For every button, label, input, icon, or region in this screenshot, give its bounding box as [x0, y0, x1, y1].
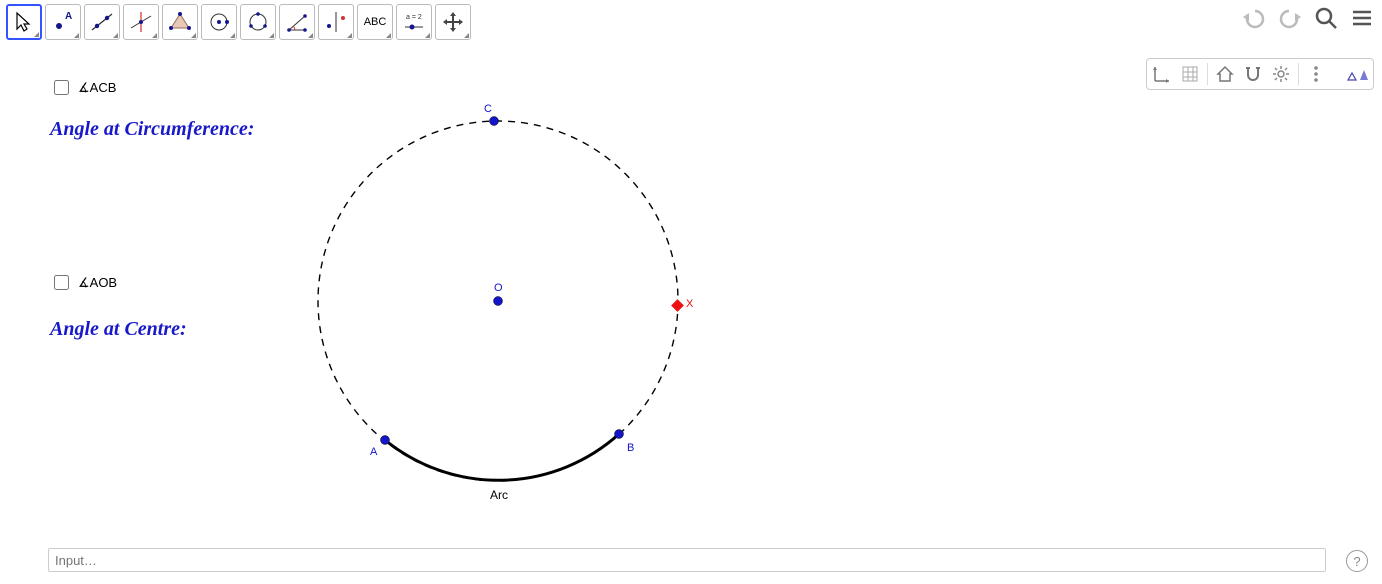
label-x: X: [686, 298, 693, 310]
point-tool[interactable]: A: [45, 4, 81, 40]
label-a: A: [370, 446, 377, 458]
help-icon[interactable]: ?: [1346, 550, 1368, 572]
search-icon[interactable]: [1312, 4, 1340, 32]
point-x[interactable]: [671, 299, 684, 312]
circle-3pt-tool[interactable]: [240, 4, 276, 40]
perpendicular-tool[interactable]: [123, 4, 159, 40]
svg-text:a = 2: a = 2: [406, 14, 422, 21]
angle-tool[interactable]: [279, 4, 315, 40]
undo-icon[interactable]: [1240, 4, 1268, 32]
reflect-tool[interactable]: [318, 4, 354, 40]
label-b: B: [627, 442, 634, 454]
redo-icon[interactable]: [1276, 4, 1304, 32]
move-view-tool[interactable]: [435, 4, 471, 40]
slider-tool[interactable]: a = 2: [396, 4, 432, 40]
polygon-tool[interactable]: [162, 4, 198, 40]
move-tool[interactable]: [6, 4, 42, 40]
svg-text:A: A: [65, 11, 72, 22]
input-bar[interactable]: [48, 548, 1326, 572]
arc-ab[interactable]: [385, 434, 619, 480]
point-b[interactable]: [615, 430, 624, 439]
menu-icon[interactable]: [1348, 4, 1376, 32]
main-toolbar: A ABC: [6, 4, 1376, 46]
geometry-svg: [0, 50, 1382, 540]
tool-buttons: A ABC: [6, 4, 471, 40]
label-arc: Arc: [490, 488, 508, 502]
point-c[interactable]: [490, 117, 499, 126]
line-tool[interactable]: [84, 4, 120, 40]
text-tool-label: ABC: [364, 16, 387, 28]
circle-center-tool[interactable]: [201, 4, 237, 40]
graphics-view[interactable]: ∡ACB Angle at Circumference: ∡AOB Angle …: [0, 50, 1382, 540]
point-o[interactable]: [494, 297, 503, 306]
header-right-controls: [1240, 4, 1376, 32]
label-o: O: [494, 282, 503, 294]
label-c: C: [484, 103, 492, 115]
point-a[interactable]: [381, 436, 390, 445]
text-tool[interactable]: ABC: [357, 4, 393, 40]
